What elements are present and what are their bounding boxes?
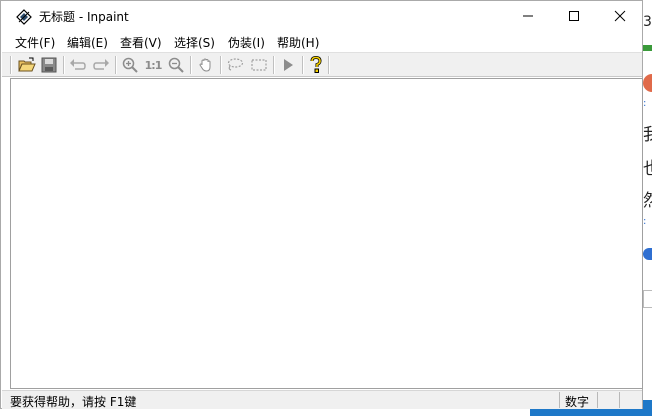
title-bar[interactable]: 无标题 - Inpaint xyxy=(1,1,642,31)
toolbar: 1:1 xyxy=(2,52,642,77)
background-text: 然 xyxy=(643,191,652,211)
menu-fake[interactable]: 伪装(I) xyxy=(228,34,265,51)
background-marker: : xyxy=(643,98,647,109)
undo-icon xyxy=(70,59,86,70)
background-text: 30 xyxy=(643,14,652,30)
minimize-button[interactable] xyxy=(505,1,551,31)
toolbar-separator xyxy=(302,56,304,74)
zoom-in-button[interactable] xyxy=(120,55,140,75)
zoom-out-button[interactable] xyxy=(166,55,186,75)
actual-size-button[interactable]: 1:1 xyxy=(143,55,163,75)
lasso-select-icon xyxy=(227,58,244,71)
toolbar-separator xyxy=(220,56,222,74)
toolbar-separator xyxy=(115,56,117,74)
image-canvas[interactable] xyxy=(10,78,643,389)
run-icon xyxy=(284,59,293,71)
lasso-select-button[interactable] xyxy=(225,55,245,75)
toolbar-separator xyxy=(273,56,275,74)
maximize-button[interactable] xyxy=(551,1,597,31)
rect-select-button[interactable] xyxy=(249,55,269,75)
status-pane-empty xyxy=(619,392,641,408)
background-marker: : xyxy=(643,216,647,227)
background-blue-icon xyxy=(643,248,652,260)
pan-button[interactable] xyxy=(196,55,216,75)
menu-help[interactable]: 帮助(H) xyxy=(277,34,319,51)
toolbar-separator xyxy=(10,56,12,74)
status-message: 要获得帮助，请按 F1键 xyxy=(10,395,137,409)
zoom-in-icon xyxy=(122,57,138,73)
status-numlock: 数字 xyxy=(565,395,590,409)
open-folder-icon xyxy=(18,57,36,72)
background-green-block xyxy=(643,45,652,51)
close-icon xyxy=(614,10,626,22)
toolbar-separator xyxy=(63,56,65,74)
save-icon xyxy=(41,57,57,73)
menu-view[interactable]: 查看(V) xyxy=(120,34,162,51)
background-text: 我 xyxy=(643,125,652,145)
rect-select-icon xyxy=(251,59,267,71)
help-icon xyxy=(310,56,322,73)
background-desktop: 30 : 我 也 然 : xyxy=(643,0,652,416)
save-button[interactable] xyxy=(39,55,59,75)
close-button[interactable] xyxy=(597,1,643,31)
menu-bar: 文件(F) 编辑(E) 查看(V) 选择(S) 伪装(I) 帮助(H) xyxy=(1,31,642,52)
toolbar-separator xyxy=(190,56,192,74)
undo-button[interactable] xyxy=(68,55,88,75)
maximize-icon xyxy=(569,11,579,21)
background-orange-avatar xyxy=(643,74,652,92)
window-title: 无标题 - Inpaint xyxy=(39,10,129,24)
redo-icon xyxy=(93,59,109,70)
hand-pan-icon xyxy=(199,58,211,72)
menu-edit[interactable]: 编辑(E) xyxy=(67,34,108,51)
background-text: 也 xyxy=(643,159,652,179)
help-button[interactable] xyxy=(306,55,326,75)
run-button[interactable] xyxy=(278,55,298,75)
inpaint-window: 无标题 - Inpaint 文件(F) 编辑(E) 查看(V) 选择(S) 伪装… xyxy=(0,0,643,409)
zoom-out-icon xyxy=(168,57,184,73)
menu-file[interactable]: 文件(F) xyxy=(15,34,55,51)
status-pane-empty xyxy=(597,392,619,408)
toolbar-separator xyxy=(328,56,330,74)
inpaint-app-icon xyxy=(16,9,32,25)
redo-button[interactable] xyxy=(91,55,111,75)
menu-select[interactable]: 选择(S) xyxy=(174,34,215,51)
actual-size-icon: 1:1 xyxy=(144,58,163,72)
minimize-icon xyxy=(523,15,533,17)
open-button[interactable] xyxy=(17,55,37,75)
background-box xyxy=(643,290,652,308)
status-bar: 要获得帮助，请按 F1键 数字 xyxy=(2,390,642,409)
